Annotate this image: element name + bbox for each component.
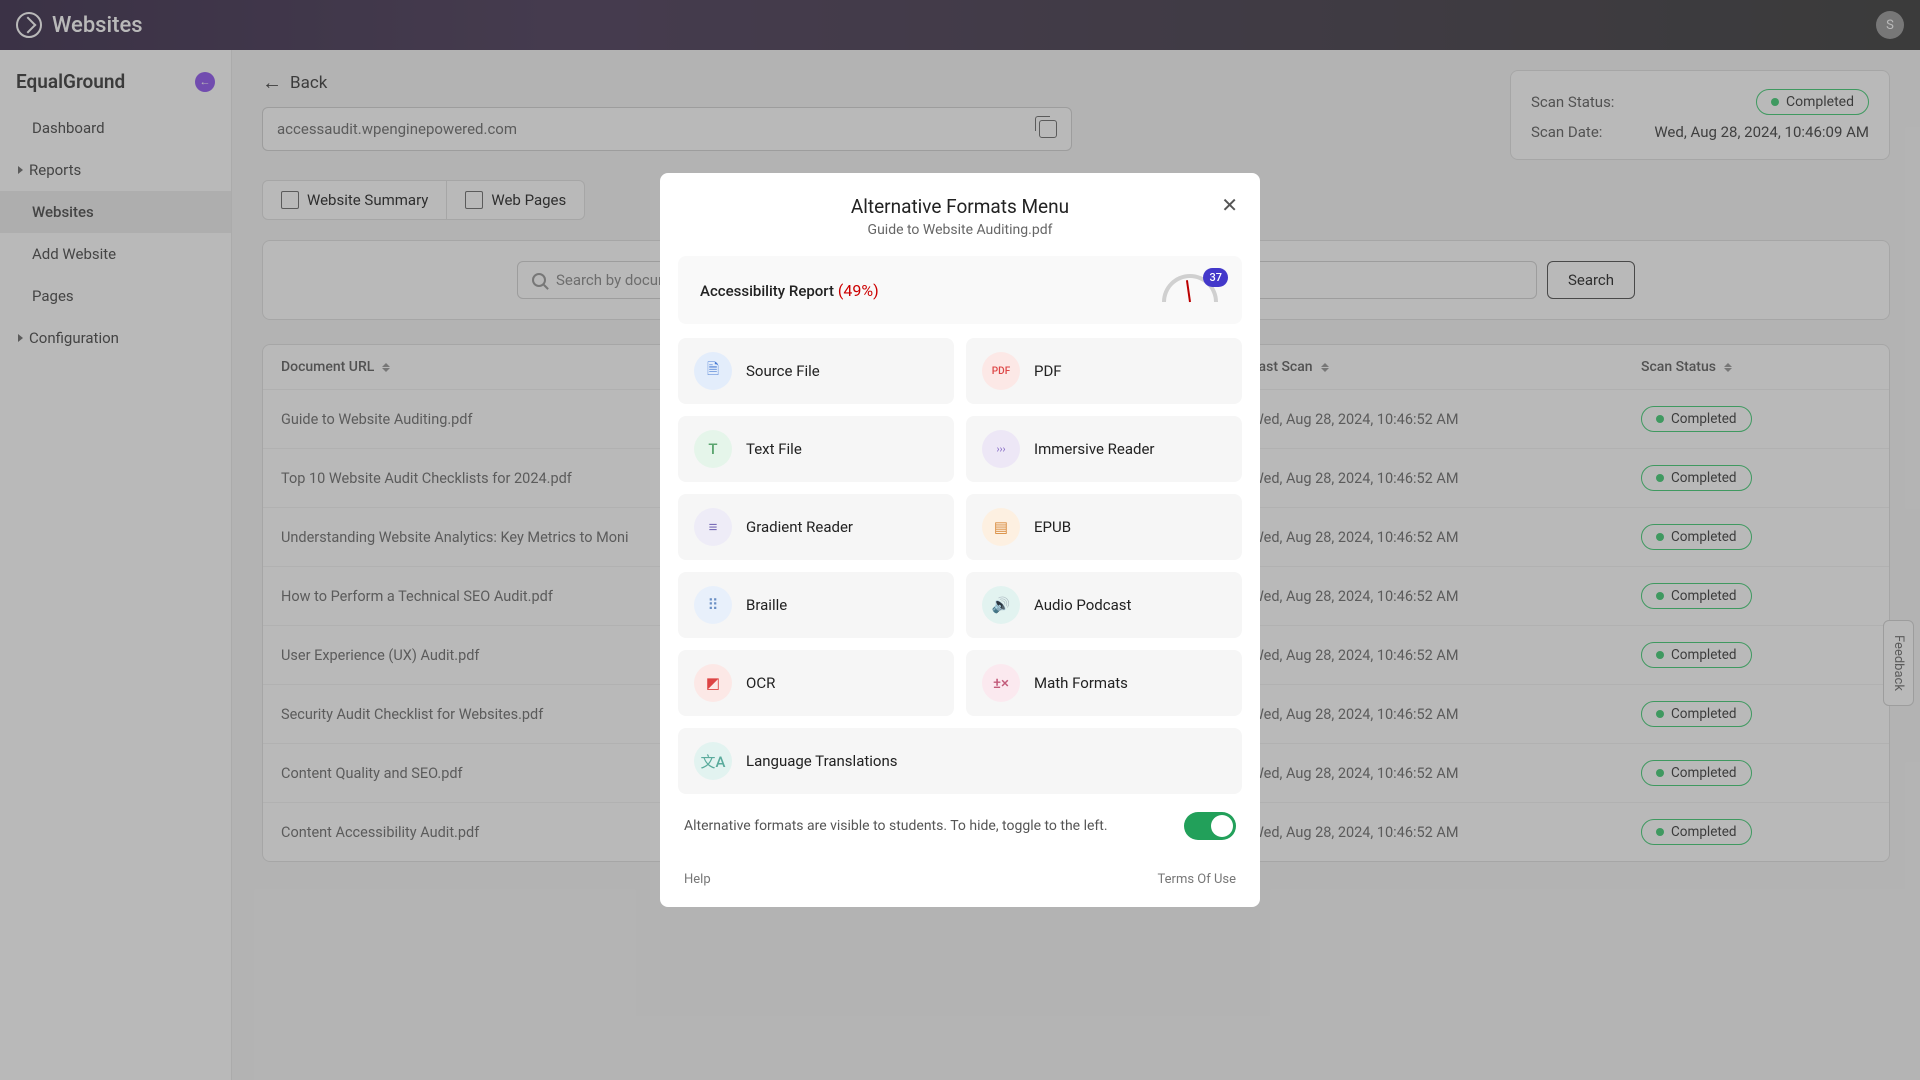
format-label: Immersive Reader bbox=[1034, 440, 1155, 458]
format-language-translations[interactable]: 文A Language Translations bbox=[678, 728, 1242, 794]
accessibility-report-row[interactable]: Accessibility Report (49%) 37 bbox=[678, 256, 1242, 324]
format-label: Source File bbox=[746, 362, 820, 380]
modal-footer: Help Terms Of Use bbox=[660, 872, 1260, 907]
gauge-score: 37 bbox=[1203, 268, 1228, 287]
text-file-icon: T bbox=[694, 430, 732, 468]
modal-header: Alternative Formats Menu Guide to Websit… bbox=[660, 173, 1260, 256]
modal-title: Alternative Formats Menu bbox=[686, 195, 1234, 218]
format-label: OCR bbox=[746, 674, 775, 692]
close-icon[interactable]: ✕ bbox=[1221, 193, 1238, 217]
audio-podcast-icon: 🔊 bbox=[982, 586, 1020, 624]
visibility-toggle-row: Alternative formats are visible to stude… bbox=[678, 794, 1242, 854]
format-label: Math Formats bbox=[1034, 674, 1128, 692]
format-label: Language Translations bbox=[746, 752, 898, 770]
gradient-reader-icon: ≡ bbox=[694, 508, 732, 546]
format-gradient-reader[interactable]: ≡ Gradient Reader bbox=[678, 494, 954, 560]
terms-link[interactable]: Terms Of Use bbox=[1158, 872, 1236, 887]
language-translations-icon: 文A bbox=[694, 742, 732, 780]
ocr-icon: ◩ bbox=[694, 664, 732, 702]
format-label: Text File bbox=[746, 440, 802, 458]
report-label: Accessibility Report bbox=[700, 282, 834, 300]
format-label: Braille bbox=[746, 596, 787, 614]
modal-subtitle: Guide to Website Auditing.pdf bbox=[686, 222, 1234, 238]
format-source-file[interactable]: 🗎 Source File bbox=[678, 338, 954, 404]
gauge-icon: 37 bbox=[1162, 274, 1220, 306]
format-label: PDF bbox=[1034, 362, 1062, 380]
format-braille[interactable]: ⠿ Braille bbox=[678, 572, 954, 638]
format-text-file[interactable]: T Text File bbox=[678, 416, 954, 482]
pdf-icon: PDF bbox=[982, 352, 1020, 390]
modal-overlay[interactable]: Alternative Formats Menu Guide to Websit… bbox=[0, 0, 1920, 1080]
format-math-formats[interactable]: ±× Math Formats bbox=[966, 650, 1242, 716]
source-file-icon: 🗎 bbox=[694, 352, 732, 390]
visibility-toggle[interactable] bbox=[1184, 812, 1236, 840]
help-link[interactable]: Help bbox=[684, 872, 711, 887]
format-audio-podcast[interactable]: 🔊 Audio Podcast bbox=[966, 572, 1242, 638]
format-epub[interactable]: ▤ EPUB bbox=[966, 494, 1242, 560]
format-label: Audio Podcast bbox=[1034, 596, 1131, 614]
format-immersive-reader[interactable]: ››› Immersive Reader bbox=[966, 416, 1242, 482]
format-pdf[interactable]: PDF PDF bbox=[966, 338, 1242, 404]
format-ocr[interactable]: ◩ OCR bbox=[678, 650, 954, 716]
format-label: Gradient Reader bbox=[746, 518, 853, 536]
report-percentage: (49%) bbox=[838, 281, 879, 300]
format-label: EPUB bbox=[1034, 518, 1071, 536]
toggle-description: Alternative formats are visible to stude… bbox=[684, 818, 1108, 834]
math-formats-icon: ±× bbox=[982, 664, 1020, 702]
epub-icon: ▤ bbox=[982, 508, 1020, 546]
immersive-reader-icon: ››› bbox=[982, 430, 1020, 468]
braille-icon: ⠿ bbox=[694, 586, 732, 624]
alternative-formats-modal: Alternative Formats Menu Guide to Websit… bbox=[660, 173, 1260, 907]
